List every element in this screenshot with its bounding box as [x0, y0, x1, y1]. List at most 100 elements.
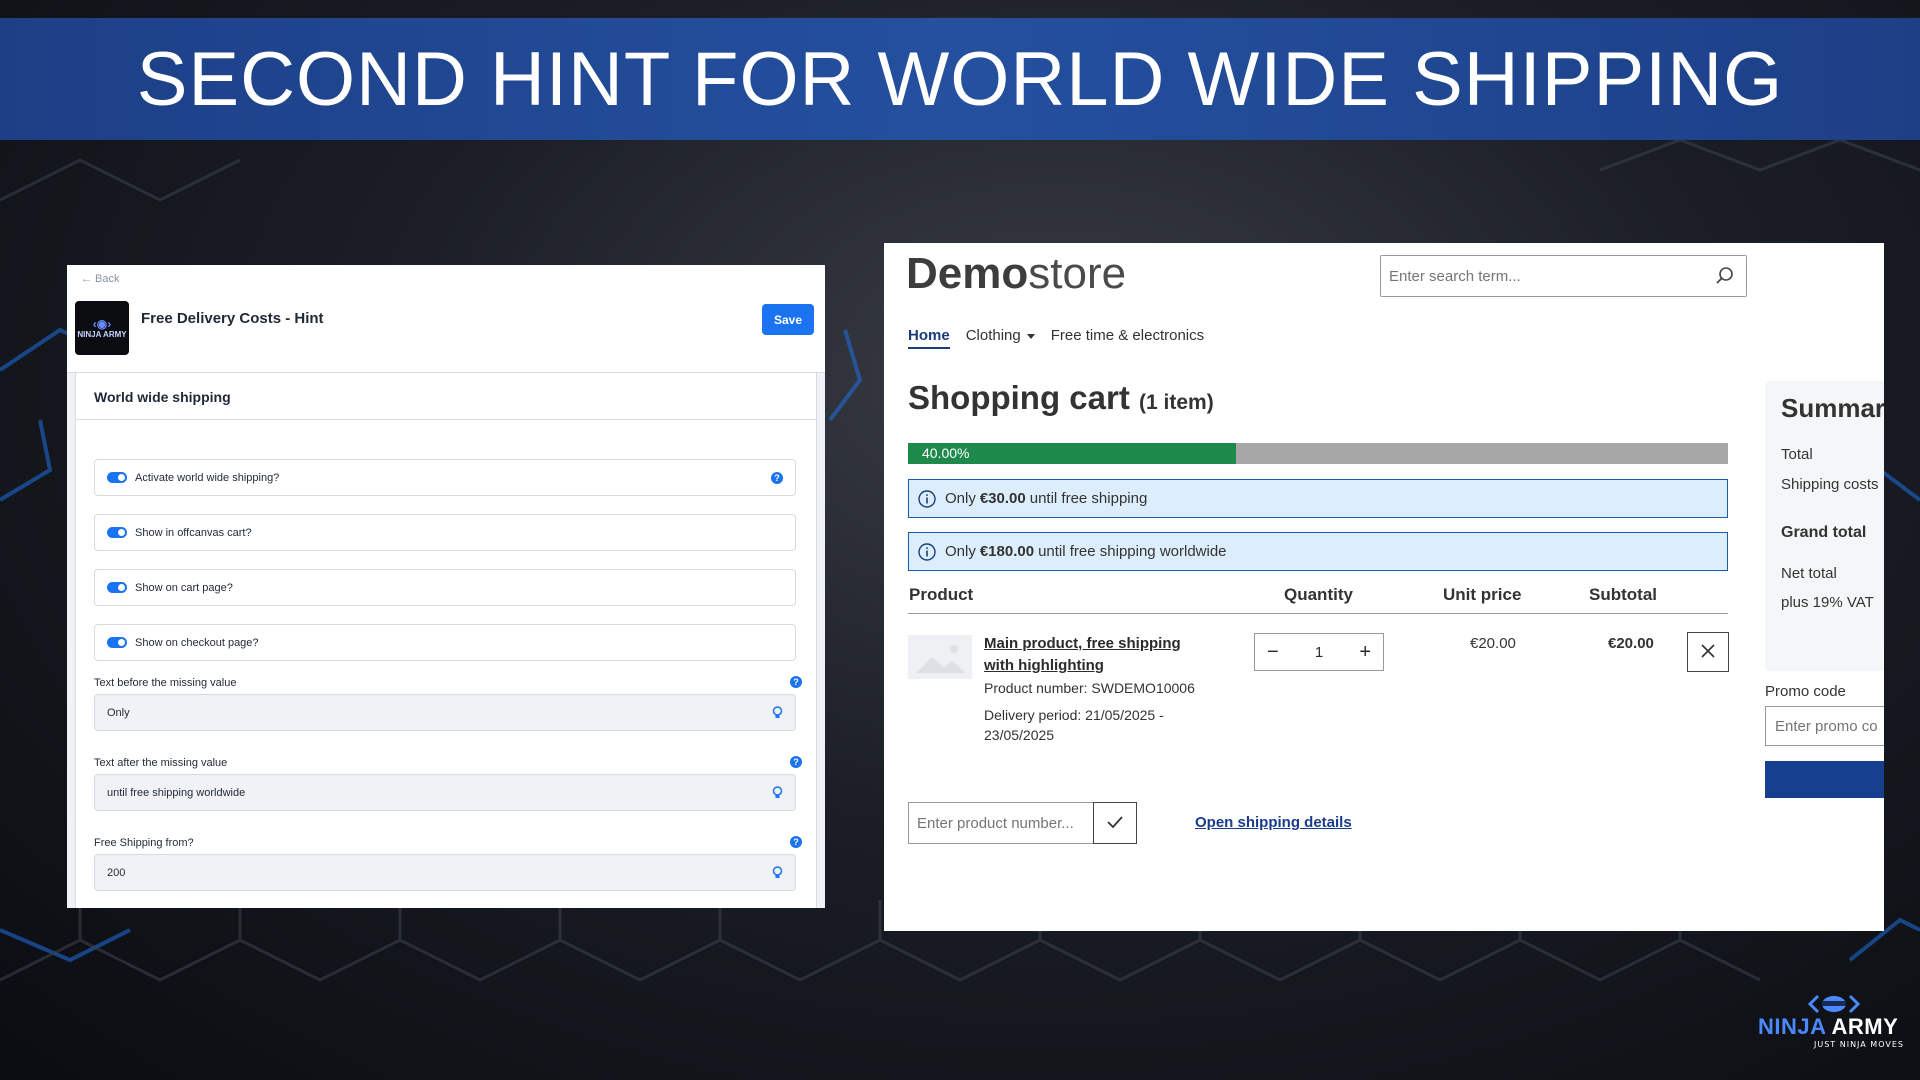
lightbulb-icon[interactable] — [772, 706, 783, 719]
promo-submit-button[interactable] — [1765, 761, 1884, 798]
logo-bold: Demo — [906, 249, 1029, 298]
toggle-switch[interactable] — [107, 527, 127, 538]
help-icon[interactable]: ? — [790, 756, 802, 768]
brand-name: NINJA ARMY — [1758, 1014, 1898, 1040]
save-button[interactable]: Save — [762, 304, 814, 335]
banner-title: SECOND HINT FOR WORLD WIDE SHIPPING — [136, 36, 1784, 122]
summary-grand-total-label: Grand total — [1781, 524, 1867, 541]
quantity-value[interactable]: 1 — [1315, 644, 1323, 661]
app-logo-text: NINJA ARMY — [77, 329, 127, 339]
summary-title: Summar — [1781, 393, 1884, 423]
search-box — [1380, 255, 1747, 297]
progress-fill: 40.00% — [908, 443, 1236, 464]
lightbulb-icon[interactable] — [772, 866, 783, 879]
field-value: until free shipping worldwide — [107, 786, 246, 799]
cart-count: (1 item) — [1139, 391, 1214, 414]
header-unit-price: Unit price — [1443, 585, 1522, 604]
open-shipping-details-link[interactable]: Open shipping details — [1195, 814, 1352, 831]
title-banner: SECOND HINT FOR WORLD WIDE SHIPPING — [0, 18, 1920, 140]
app-title: Free Delivery Costs - Hint — [141, 310, 324, 327]
checkmark-icon — [1107, 815, 1123, 828]
help-icon[interactable]: ? — [771, 472, 783, 484]
summary-net-total-label: Net total — [1781, 565, 1837, 582]
ninja-glyph-icon: ‹◉› — [92, 316, 112, 331]
notice-amount: €180.00 — [979, 543, 1035, 560]
notice-amount: €30.00 — [979, 490, 1026, 507]
logo-light: store — [1028, 249, 1127, 298]
field-label-text-after: Text after the missing value — [94, 757, 228, 769]
ninja-glyph-icon — [1807, 994, 1861, 1014]
promo-code-input[interactable] — [1765, 706, 1884, 746]
switch-label: Activate world wide shipping? — [135, 471, 280, 484]
delivery-period: Delivery period: 21/05/2025 - 23/05/2025 — [984, 707, 1164, 743]
notice-prefix: Only — [945, 543, 976, 560]
search-input[interactable] — [1389, 267, 1689, 285]
free-shipping-from-input[interactable]: 200 — [94, 854, 796, 891]
store-logo[interactable]: Demostore — [906, 249, 1126, 299]
unit-price: €20.00 — [1470, 635, 1516, 652]
nav-clothing[interactable]: Clothing — [966, 327, 1035, 349]
promo-label: Promo code — [1765, 683, 1846, 700]
field-value: Only — [107, 706, 130, 719]
summary-shipping-label[interactable]: Shipping costs — [1781, 476, 1879, 493]
quantity-stepper: − 1 + — [1254, 633, 1384, 671]
switch-offcanvas[interactable]: Show in offcanvas cart? — [94, 514, 796, 551]
brand-name-b: ARMY — [1831, 1014, 1899, 1039]
lightbulb-icon[interactable] — [772, 786, 783, 799]
info-icon — [918, 542, 936, 561]
close-icon — [1701, 643, 1715, 658]
brand-tagline: JUST NINJA MOVES — [1814, 1040, 1904, 1049]
toggle-switch[interactable] — [107, 637, 127, 648]
help-icon[interactable]: ? — [790, 676, 802, 688]
add-product-button[interactable] — [1093, 802, 1137, 844]
free-shipping-progress: 40.00% — [908, 443, 1728, 464]
switch-label: Show in offcanvas cart? — [135, 526, 252, 539]
switch-checkout-page[interactable]: Show on checkout page? — [94, 624, 796, 661]
switch-cart-page[interactable]: Show on cart page? — [94, 569, 796, 606]
switch-label: Show on checkout page? — [135, 636, 259, 649]
summary-total-label: Total — [1781, 446, 1813, 463]
free-shipping-notice: Only €30.00 until free shipping — [908, 479, 1728, 518]
help-icon[interactable]: ? — [790, 836, 802, 848]
line-subtotal: €20.00 — [1608, 635, 1654, 652]
nav-home[interactable]: Home — [908, 327, 950, 349]
brand-name-a: NINJA — [1758, 1014, 1826, 1039]
header-quantity: Quantity — [1284, 585, 1353, 604]
ninja-army-brand: NINJA ARMY JUST NINJA MOVES — [1758, 992, 1908, 1056]
settings-card: World wide shipping Activate world wide … — [75, 373, 817, 908]
main-nav: Home Clothing Free time & electronics — [908, 327, 1204, 349]
admin-header: ← Back ‹◉› NINJA ARMY Free Delivery Cost… — [67, 265, 825, 373]
remove-item-button[interactable] — [1687, 632, 1729, 672]
notice-suffix: until free shipping worldwide — [1038, 543, 1227, 560]
back-link[interactable]: ← Back — [81, 273, 120, 285]
summary-vat-label: plus 19% VAT — [1781, 594, 1874, 611]
app-logo: ‹◉› NINJA ARMY — [75, 301, 129, 355]
cart-title-text: Shopping cart — [908, 379, 1130, 416]
field-label-free-shipping-from: Free Shipping from? — [94, 837, 194, 849]
nav-free-time[interactable]: Free time & electronics — [1051, 327, 1204, 349]
worldwide-shipping-notice: Only €180.00 until free shipping worldwide — [908, 532, 1728, 571]
search-icon[interactable] — [1714, 265, 1736, 287]
switch-activate-world-wide[interactable]: Activate world wide shipping? ? — [94, 459, 796, 496]
notice-suffix: until free shipping — [1029, 490, 1148, 507]
product-image-placeholder-icon[interactable] — [908, 635, 972, 679]
info-icon — [918, 489, 936, 508]
product-number-input[interactable] — [908, 802, 1094, 844]
text-after-input[interactable]: until free shipping worldwide — [94, 774, 796, 811]
field-value: 200 — [107, 866, 126, 879]
nav-clothing-label: Clothing — [965, 327, 1021, 344]
toggle-switch[interactable] — [107, 582, 127, 593]
toggle-switch[interactable] — [107, 472, 127, 483]
product-number: Product number: SWDEMO10006 — [984, 680, 1195, 696]
switch-label: Show on cart page? — [135, 581, 233, 594]
cart-title: Shopping cart (1 item) — [908, 379, 1214, 417]
plus-icon[interactable]: + — [1359, 642, 1371, 662]
admin-panel: ← Back ‹◉› NINJA ARMY Free Delivery Cost… — [67, 265, 825, 908]
field-label-text-before: Text before the missing value — [94, 677, 237, 689]
header-subtotal: Subtotal — [1589, 585, 1657, 604]
caret-down-icon — [1026, 333, 1035, 339]
storefront-panel: Demostore Home Clothing Free time & elec… — [884, 243, 1884, 931]
minus-icon[interactable]: − — [1267, 642, 1279, 662]
product-name-link[interactable]: Main product, free shipping with highlig… — [984, 633, 1204, 677]
text-before-input[interactable]: Only — [94, 694, 796, 731]
